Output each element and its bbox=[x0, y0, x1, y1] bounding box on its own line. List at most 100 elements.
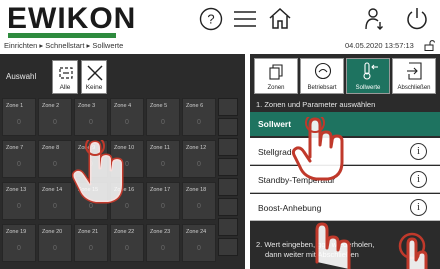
zones-mode-button[interactable]: Zonen bbox=[254, 58, 298, 94]
close-icon bbox=[87, 65, 103, 81]
operating-mode-label: Betriebsart bbox=[307, 85, 337, 91]
zones-mode-label: Zonen bbox=[267, 85, 285, 91]
select-none-button[interactable]: Keine bbox=[81, 60, 107, 94]
select-all-label: Alle bbox=[59, 84, 71, 91]
zone-tile[interactable]: Zone 21 0 bbox=[74, 224, 108, 262]
app-screen: EWIKON Einrichten ▸ Schnellstart ▸ Sollw… bbox=[0, 0, 440, 269]
scroll-segment[interactable] bbox=[218, 218, 238, 236]
zone-tile[interactable]: Zone 4 0 bbox=[110, 98, 144, 136]
svg-text:?: ? bbox=[207, 12, 214, 27]
info-icon[interactable]: i bbox=[410, 143, 427, 160]
setpoint-mode-button[interactable]: Sollwerte bbox=[346, 58, 390, 94]
zone-value: 0 bbox=[125, 245, 129, 252]
scroll-up-segment[interactable] bbox=[218, 98, 238, 116]
zone-name: Zone 12 bbox=[186, 145, 207, 151]
info-icon[interactable]: i bbox=[410, 171, 427, 188]
zone-name: Zone 14 bbox=[42, 187, 63, 193]
zone-value: 0 bbox=[17, 203, 21, 210]
select-none-label: Keine bbox=[85, 84, 103, 91]
zone-tile[interactable]: Zone 2 0 bbox=[38, 98, 72, 136]
hand-pointer-icon bbox=[71, 140, 124, 204]
zone-value: 0 bbox=[53, 203, 57, 210]
zone-name: Zone 17 bbox=[150, 187, 171, 193]
zone-tile[interactable]: Zone 7 0 bbox=[2, 140, 36, 178]
zone-name: Zone 7 bbox=[6, 145, 24, 151]
zone-name: Zone 23 bbox=[150, 229, 171, 235]
zone-value: 0 bbox=[197, 245, 201, 252]
menu-icon[interactable] bbox=[233, 10, 257, 28]
zone-tile[interactable]: Zone 23 0 bbox=[146, 224, 180, 262]
hand-pointer-icon bbox=[398, 232, 428, 269]
zone-name: Zone 19 bbox=[6, 229, 27, 235]
setpoint-mode-label: Sollwerte bbox=[355, 85, 381, 91]
zone-tile[interactable]: Zone 8 0 bbox=[38, 140, 72, 178]
zone-name: Zone 20 bbox=[42, 229, 63, 235]
scroll-segment[interactable] bbox=[218, 138, 238, 156]
power-icon[interactable] bbox=[405, 6, 429, 30]
zone-value: 0 bbox=[17, 245, 21, 252]
parameter-row-boost[interactable]: Boost-Anhebung i bbox=[250, 194, 440, 221]
scroll-segment[interactable] bbox=[218, 158, 238, 176]
zone-tile[interactable]: Zone 19 0 bbox=[2, 224, 36, 262]
user-logout-icon[interactable] bbox=[362, 7, 386, 31]
zone-name: Zone 22 bbox=[114, 229, 135, 235]
home-icon[interactable] bbox=[268, 6, 292, 30]
zone-tile[interactable]: Zone 24 0 bbox=[182, 224, 216, 262]
zone-value: 0 bbox=[89, 119, 93, 126]
zone-value: 0 bbox=[197, 161, 201, 168]
header: EWIKON Einrichten ▸ Schnellstart ▸ Sollw… bbox=[0, 0, 440, 56]
zone-name: Zone 1 bbox=[6, 103, 24, 109]
zone-value: 0 bbox=[161, 245, 165, 252]
zone-value: 0 bbox=[89, 245, 93, 252]
zone-value: 0 bbox=[53, 119, 57, 126]
zone-tile[interactable]: Zone 11 0 bbox=[146, 140, 180, 178]
finish-mode-label: Abschließen bbox=[397, 85, 431, 91]
zone-name: Zone 24 bbox=[186, 229, 207, 235]
scroll-segment[interactable] bbox=[218, 118, 238, 136]
scroll-segment[interactable] bbox=[218, 178, 238, 196]
logo-underline bbox=[8, 33, 116, 38]
zone-value: 0 bbox=[53, 161, 57, 168]
zone-tile[interactable]: Zone 1 0 bbox=[2, 98, 36, 136]
zone-tile[interactable]: Zone 6 0 bbox=[182, 98, 216, 136]
zone-name: Zone 18 bbox=[186, 187, 207, 193]
zone-tile[interactable]: Zone 3 0 bbox=[74, 98, 108, 136]
zone-value: 0 bbox=[17, 161, 21, 168]
select-all-icon bbox=[59, 67, 73, 79]
parameter-label: Boost-Anhebung bbox=[258, 203, 322, 213]
step1-instruction: 1. Zonen und Parameter auswählen bbox=[256, 100, 376, 109]
zone-tile[interactable]: Zone 17 0 bbox=[146, 182, 180, 220]
zone-value: 0 bbox=[125, 119, 129, 126]
zone-tile[interactable]: Zone 5 0 bbox=[146, 98, 180, 136]
operating-mode-button[interactable]: Betriebsart bbox=[300, 58, 344, 94]
zone-tile[interactable]: Zone 14 0 bbox=[38, 182, 72, 220]
ewikon-logo: EWIKON bbox=[7, 2, 137, 35]
select-all-button[interactable]: Alle bbox=[52, 60, 78, 94]
finish-icon bbox=[407, 62, 422, 80]
thermometer-icon bbox=[363, 62, 378, 80]
operating-mode-icon bbox=[314, 62, 332, 80]
zone-value: 0 bbox=[161, 161, 165, 168]
zone-name: Zone 13 bbox=[6, 187, 27, 193]
zone-tile[interactable]: Zone 12 0 bbox=[182, 140, 216, 178]
zone-name: Zone 21 bbox=[78, 229, 99, 235]
zone-value: 0 bbox=[197, 119, 201, 126]
zone-tile[interactable]: Zone 20 0 bbox=[38, 224, 72, 262]
lock-icon[interactable] bbox=[424, 40, 436, 51]
hand-pointer-icon bbox=[315, 222, 351, 269]
hand-pointer-icon bbox=[291, 117, 344, 181]
help-icon[interactable]: ? bbox=[199, 7, 223, 31]
finish-mode-button[interactable]: Abschließen bbox=[392, 58, 436, 94]
zones-icon bbox=[269, 64, 283, 80]
zone-tile[interactable]: Zone 18 0 bbox=[182, 182, 216, 220]
zone-name: Zone 3 bbox=[78, 103, 96, 109]
zone-value: 0 bbox=[161, 203, 165, 210]
zone-tile[interactable]: Zone 22 0 bbox=[110, 224, 144, 262]
scroll-segment[interactable] bbox=[218, 198, 238, 216]
scroll-down-segment[interactable] bbox=[218, 238, 238, 256]
zone-tile[interactable]: Zone 13 0 bbox=[2, 182, 36, 220]
zone-value: 0 bbox=[161, 119, 165, 126]
breadcrumb: Einrichten ▸ Schnellstart ▸ Sollwerte bbox=[4, 41, 124, 50]
zone-value: 0 bbox=[17, 119, 21, 126]
info-icon[interactable]: i bbox=[410, 199, 427, 216]
